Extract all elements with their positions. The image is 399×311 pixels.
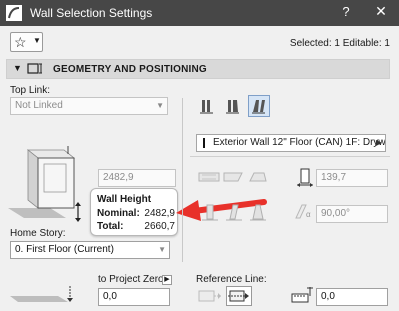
- section-divider: [190, 156, 390, 157]
- wall-height-field[interactable]: 2482,9: [98, 169, 176, 187]
- wall-height-value: 2482,9: [103, 172, 134, 183]
- favorites-button[interactable]: ☆ ▼: [10, 32, 43, 52]
- wall-preview-illustration: [8, 146, 81, 222]
- thickness-value: 139,7: [321, 172, 347, 183]
- tooltip-title: Wall Height: [97, 194, 152, 205]
- trapezoid-wall-button[interactable]: [222, 95, 244, 117]
- elevation-icon: [10, 286, 73, 302]
- top-link-value: Not Linked: [15, 100, 63, 111]
- wall-height-tooltip: Wall Height Nominal: 2482,9 Total: 2660,…: [90, 188, 178, 236]
- project-zero-field[interactable]: 0,0: [98, 288, 170, 306]
- reference-offset-value: 0,0: [321, 291, 335, 302]
- wall-thickness-icon: [297, 168, 313, 187]
- panel-divider: [182, 98, 183, 262]
- geometry-icon: [27, 63, 42, 74]
- slant-angle-field[interactable]: 90,00°: [316, 205, 388, 223]
- title-bar: Wall Selection Settings ? ✕: [0, 0, 399, 26]
- thickness-field[interactable]: 139,7: [316, 169, 388, 187]
- home-story-label: Home Story:: [10, 228, 66, 239]
- window-title: Wall Selection Settings: [30, 6, 153, 20]
- chevron-down-icon: ▼: [156, 101, 164, 110]
- collapse-triangle-icon[interactable]: ▼: [13, 63, 22, 73]
- top-link-dropdown[interactable]: Not Linked ▼: [10, 97, 168, 115]
- chevron-right-icon: ▶: [375, 138, 382, 147]
- slant-angle-icon: α: [295, 204, 311, 219]
- slant-angle-value: 90,00°: [321, 208, 351, 219]
- slanted-wall-shape-icon[interactable]: [224, 203, 244, 223]
- straight-wall-button[interactable]: [196, 95, 218, 117]
- trapezoid-wall-icon: [226, 100, 239, 114]
- selection-count: Selected: 1 Editable: 1: [289, 38, 390, 49]
- top-link-label: Top Link:: [10, 85, 51, 96]
- reference-line-center-icon[interactable]: [226, 286, 252, 306]
- polygonal-wall-button[interactable]: [248, 95, 270, 117]
- tooltip-nominal-row: Nominal: 2482,9: [97, 208, 175, 219]
- chevron-down-icon: ▼: [33, 36, 41, 45]
- straight-wall-shape-icon[interactable]: [200, 203, 220, 223]
- archicad-logo-icon: [6, 5, 22, 21]
- tooltip-total-row: Total: 2660,7: [97, 221, 175, 232]
- nominal-value: 2482,9: [144, 208, 175, 219]
- slanted-profile-icon[interactable]: [222, 170, 244, 184]
- home-story-value: 0. First Floor (Current): [15, 244, 114, 255]
- composite-structure-dropdown[interactable]: Exterior Wall 12" Floor (CAN) 1F: Drywal…: [196, 134, 386, 152]
- composite-value: Exterior Wall 12" Floor (CAN) 1F: Drywal…: [213, 137, 386, 148]
- reference-offset-field[interactable]: 0,0: [316, 288, 388, 306]
- geometry-section-header[interactable]: ▼ GEOMETRY AND POSITIONING: [6, 59, 390, 79]
- project-zero-value: 0,0: [103, 291, 117, 302]
- nominal-label: Nominal:: [97, 208, 140, 219]
- basic-profile-icon[interactable]: [198, 170, 220, 184]
- svg-text:α: α: [306, 210, 311, 219]
- home-story-dropdown[interactable]: 0. First Floor (Current) ▼: [10, 241, 170, 259]
- reference-line-offset-icon: [291, 287, 313, 303]
- double-slanted-wall-shape-icon[interactable]: [248, 203, 268, 223]
- composite-icon: [203, 138, 205, 148]
- to-project-zero-label: to Project Zero: [98, 274, 164, 285]
- section-title: GEOMETRY AND POSITIONING: [53, 64, 207, 75]
- help-icon[interactable]: ?: [338, 4, 354, 19]
- total-label: Total:: [97, 221, 124, 232]
- reference-line-label: Reference Line:: [196, 274, 267, 285]
- chevron-down-icon: ▼: [158, 245, 166, 254]
- reference-line-outside-icon[interactable]: [198, 287, 222, 305]
- close-icon[interactable]: ✕: [372, 3, 390, 20]
- polygonal-wall-icon: [252, 100, 265, 114]
- reference-toggle-button[interactable]: ▶: [162, 275, 172, 285]
- star-icon: ☆: [14, 34, 27, 50]
- complex-profile-icon[interactable]: [246, 170, 268, 184]
- straight-wall-icon: [200, 100, 213, 114]
- total-value: 2660,7: [144, 221, 175, 232]
